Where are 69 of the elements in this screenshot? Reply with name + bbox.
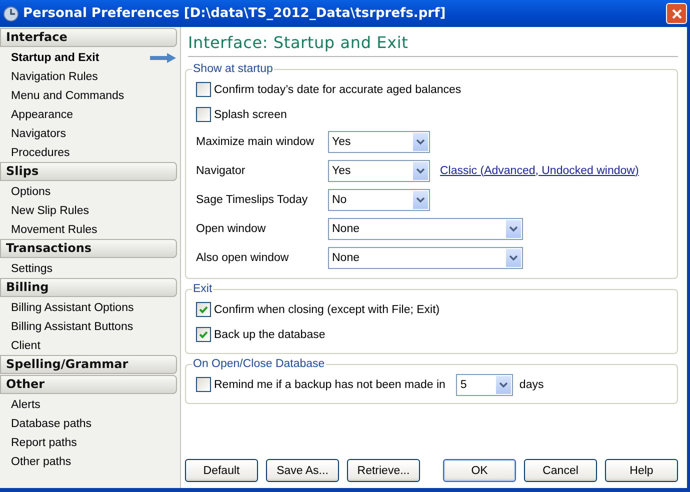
checkbox-label: Remind me if a backup has not been made in	[214, 378, 446, 390]
sidebar-item[interactable]: Report paths	[11, 436, 77, 448]
caret-icon	[509, 254, 518, 260]
sidebar-item[interactable]: Movement Rules	[11, 224, 98, 236]
sidebar-item[interactable]: Other paths	[11, 456, 72, 468]
checkbox[interactable]	[196, 82, 211, 97]
section-header[interactable]: Transactions	[0, 239, 177, 258]
dialog-button[interactable]: Help	[605, 459, 678, 482]
dropdown[interactable]: No	[328, 188, 430, 210]
section-header[interactable]: Other	[0, 375, 177, 394]
check-icon	[198, 329, 209, 340]
dropdown[interactable]: Yes	[328, 160, 430, 182]
check-icon	[198, 304, 209, 315]
arrow-icon	[150, 52, 176, 62]
dropdown[interactable]: None	[328, 246, 523, 268]
link[interactable]: Classic (Advanced, Undocked window)	[440, 164, 639, 176]
sidebar-item[interactable]: Menu and Commands	[11, 90, 124, 102]
field-label: Open window	[196, 222, 267, 234]
sidebar-item[interactable]: Settings	[11, 262, 53, 274]
checkbox-label: Back up the database	[214, 328, 326, 340]
caret-icon	[416, 138, 425, 144]
section-header[interactable]: Billing	[0, 278, 177, 297]
close-button[interactable]	[666, 3, 687, 24]
sidebar-item[interactable]: Appearance	[11, 108, 74, 120]
group-title: Show at startup	[192, 63, 274, 75]
sidebar-item[interactable]: Billing Assistant Options	[11, 302, 134, 314]
dialog-button[interactable]: OK	[443, 459, 516, 482]
window-title: Personal Preferences [D:\data\TS_2012_Data\tsrprefs.prf]	[23, 6, 447, 21]
caret-icon	[416, 168, 425, 174]
field-label: Also open window	[196, 252, 290, 264]
dialog-button[interactable]: Retrieve...	[347, 459, 420, 482]
sidebar-item[interactable]: Billing Assistant Buttons	[11, 320, 134, 332]
checkbox[interactable]	[196, 377, 211, 392]
sidebar-item[interactable]: Database paths	[11, 418, 92, 430]
dialog-button[interactable]: Cancel	[524, 459, 597, 482]
field-label: Sage Timeslips Today	[196, 194, 309, 206]
checkbox[interactable]	[196, 302, 211, 317]
checkbox-label: Confirm today’s date for accurate aged balances	[214, 84, 462, 96]
section-header[interactable]: Slips	[0, 162, 177, 181]
unit-label: days	[519, 378, 544, 390]
checkbox-label: Confirm when closing (except with File; Exit)	[214, 304, 440, 316]
sidebar-item[interactable]: Procedures	[11, 146, 70, 158]
dropdown[interactable]: 5	[456, 374, 514, 396]
sidebar-item[interactable]: Navigation Rules	[11, 70, 98, 82]
section-header[interactable]: Interface	[0, 28, 177, 47]
clock-icon	[3, 6, 19, 22]
sidebar-item[interactable]: Alerts	[11, 398, 40, 410]
dialog-button[interactable]: Save As...	[266, 459, 339, 482]
sidebar-item[interactable]: New Slip Rules	[11, 204, 89, 216]
group-title: On Open/Close Database	[192, 358, 326, 370]
sidebar-item[interactable]: Startup and Exit	[11, 52, 100, 64]
dropdown[interactable]: None	[328, 218, 523, 240]
sidebar-item[interactable]: Options	[11, 186, 51, 198]
section-header[interactable]: Spelling/Grammar	[0, 355, 177, 374]
caret-icon	[509, 226, 518, 232]
caret-icon	[499, 382, 508, 388]
checkbox-label: Splash screen	[214, 108, 287, 120]
field-label: Navigator	[196, 164, 246, 176]
checkbox[interactable]	[196, 327, 211, 342]
dropdown[interactable]: Yes	[328, 130, 430, 152]
sidebar-item[interactable]: Navigators	[11, 128, 66, 140]
group-title: Exit	[192, 283, 214, 295]
field-label: Maximize main window	[196, 136, 316, 148]
sidebar-item[interactable]: Client	[11, 340, 40, 352]
caret-icon	[416, 196, 425, 202]
page-heading: Interface: Startup and Exit	[188, 33, 678, 57]
dialog-button[interactable]: Default	[185, 459, 258, 482]
checkbox[interactable]	[196, 107, 211, 122]
close-icon	[670, 8, 682, 20]
